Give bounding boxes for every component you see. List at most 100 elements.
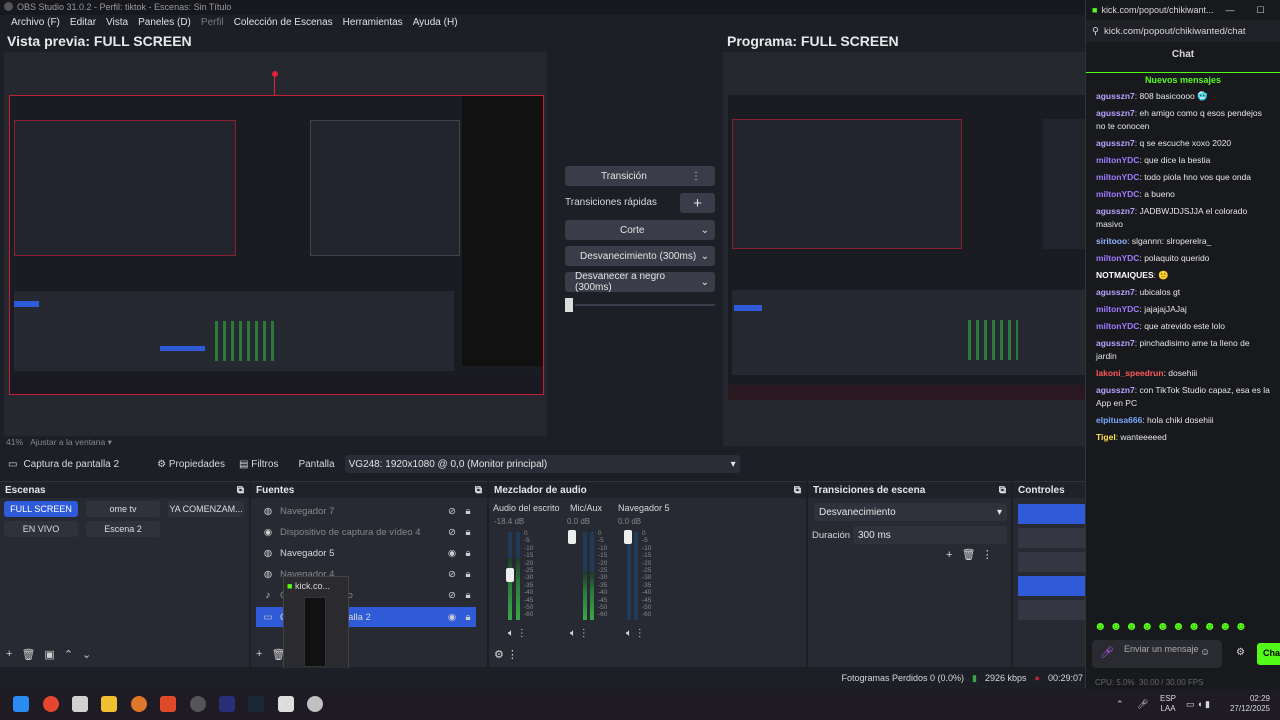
preview-canvas[interactable] [4,52,547,436]
capcut-icon[interactable] [278,696,294,712]
dock-float-icon[interactable]: ⧉ [237,485,244,496]
preview-zoom-bar[interactable]: 41% Ajustar a la ventana ▾ [6,437,112,448]
store-icon[interactable] [72,696,88,712]
steam-icon[interactable] [248,696,264,712]
menu-help[interactable]: Ayuda (H) [408,15,463,32]
lock-icon[interactable]: 🔒︎ [460,506,476,517]
transition-button[interactable]: Transición ⋮ [565,166,715,186]
scene-full-screen[interactable]: FULL SCREEN [4,501,78,517]
volume-fader-3[interactable] [624,530,632,544]
mixer-settings-icon[interactable]: ⚙ ⋮ [494,648,518,661]
add-quick-transition-button[interactable]: + [680,193,715,213]
speaker-icon[interactable]: 🔈︎ ⋮ [626,628,645,639]
chat-url-bar[interactable]: ⚲ kick.com/popout/chikiwanted/chat [1086,20,1280,42]
gear-icon[interactable]: ⚙ [1236,647,1245,658]
start-streaming-button[interactable] [1018,504,1085,524]
taskbar-thumbnail-popup[interactable]: ■ kick.co... [283,576,349,676]
duration-spinbox[interactable]: 300 ms [853,526,1007,544]
eye-hidden-icon[interactable]: ⊘ [444,527,460,538]
dock-float-icon[interactable]: ⧉ [794,485,801,496]
more-icon[interactable]: ⋮ [982,549,993,561]
quick-transition-cut[interactable]: Corte ⌄ [565,220,715,240]
premiere-icon[interactable] [219,696,235,712]
chat-username[interactable]: miltonYDC [1096,304,1139,314]
dock-float-icon[interactable]: ⧉ [999,485,1006,496]
preview-source-capture[interactable] [9,95,544,395]
studio-mode-button[interactable] [1018,576,1085,596]
tray-chevron-icon[interactable]: ⌃ [1116,699,1124,710]
scene-en-vivo[interactable]: EN VIVO [4,521,78,537]
filters-button[interactable]: ▤ Filtros [239,459,278,470]
speaker-icon[interactable]: 🔈︎ ⋮ [508,628,527,639]
speaker-icon[interactable]: 🔈︎ ⋮ [570,628,589,639]
volume-fader-2[interactable] [568,530,576,544]
eye-hidden-icon[interactable]: ⊘ [444,569,460,580]
chat-username[interactable]: siritooo [1096,236,1127,246]
chat-username[interactable]: miltonYDC [1096,172,1139,182]
remove-scene-icon[interactable]: 🗑 [21,648,35,661]
source-navegador-5[interactable]: ◍ Navegador 5 ◉ 🔒︎ [256,543,476,563]
chat-username[interactable]: NOTMAIQUES [1096,270,1154,280]
menu-scene-collection[interactable]: Colección de Escenas [229,15,338,32]
app-icon[interactable] [190,696,206,712]
volume-fader-1[interactable] [506,568,514,582]
microphone-icon[interactable]: 🎤︎ [1100,646,1114,659]
virtual-camera-button[interactable] [1018,552,1085,572]
menu-profile[interactable]: Perfil [196,15,229,32]
site-info-icon[interactable]: ⚲ [1092,26,1099,37]
chat-username[interactable]: agusszn7 [1096,206,1135,216]
chat-username[interactable]: lakoni_speedrun [1096,368,1164,378]
chat-username[interactable]: agusszn7 [1096,138,1135,148]
chat-username[interactable]: miltonYDC [1096,189,1139,199]
add-source-icon[interactable]: + [256,648,262,661]
properties-button[interactable]: ⚙ Propiedades [157,459,225,470]
brave-icon[interactable] [131,696,147,712]
quick-transition-fade[interactable]: Desvanecimiento (300ms) ⌄ [565,246,715,266]
chat-username[interactable]: miltonYDC [1096,155,1139,165]
chat-username[interactable]: agusszn7 [1096,338,1135,348]
tbar-slider-handle[interactable] [565,298,573,312]
tbar-slider-track[interactable] [575,304,715,306]
settings-button[interactable] [1018,600,1085,620]
minimize-icon[interactable]: — [1226,5,1235,15]
language-indicator[interactable]: ESP LAA [1160,694,1176,714]
zoom-fit[interactable]: Ajustar a la ventana [30,437,105,447]
chat-username[interactable]: miltonYDC [1096,253,1139,263]
scene-escena-2[interactable]: Escena 2 [86,521,160,537]
start-recording-button[interactable] [1018,528,1085,548]
menu-tools[interactable]: Herramientas [338,15,408,32]
eye-icon[interactable]: ◉ [444,548,460,559]
source-capture-device-4[interactable]: ◉ Dispositivo de captura de vídeo 4 ⊘ 🔒︎ [256,522,476,542]
lock-icon[interactable]: 🔒︎ [460,590,476,601]
scene-ome-tv[interactable]: ome tv [86,501,160,517]
network-icon[interactable]: ▭ ◖ ▮ [1186,699,1210,710]
lock-icon[interactable]: 🔒︎ [460,612,476,623]
chat-username[interactable]: Tigel [1096,432,1116,442]
eye-icon[interactable]: ◉ [444,612,460,623]
move-down-icon[interactable]: ⌄ [82,648,91,661]
emote-bar[interactable]: ☻☻☻☻☻☻☻☻☻☻ [1094,619,1279,633]
scene-ya-comenzamos[interactable]: YA COMENZAM... [168,501,244,517]
menu-edit[interactable]: Editar [65,15,101,32]
menu-view[interactable]: Vista [101,15,133,32]
chat-username[interactable]: agusszn7 [1096,91,1135,101]
file-explorer-icon[interactable] [101,696,117,712]
screen-select[interactable]: VG248: 1920x1080 @ 0,0 (Monitor principa… [344,455,740,473]
lock-icon[interactable]: 🔒︎ [460,548,476,559]
menu-docks[interactable]: Paneles (D) [133,15,196,32]
chat-username[interactable]: miltonYDC [1096,321,1139,331]
eye-hidden-icon[interactable]: ⊘ [444,506,460,517]
chat-username[interactable]: agusszn7 [1096,108,1135,118]
windows-start-icon[interactable] [13,696,29,712]
chat-username[interactable]: agusszn7 [1096,287,1135,297]
shield-icon[interactable] [160,696,176,712]
send-chat-button[interactable]: Chat [1257,643,1280,665]
add-transition-icon[interactable]: + [946,549,952,561]
eye-hidden-icon[interactable]: ⊘ [444,590,460,601]
chat-username[interactable]: agusszn7 [1096,385,1135,395]
menu-file[interactable]: Archivo (F) [6,15,65,32]
source-navegador-7[interactable]: ◍ Navegador 7 ⊘ 🔒︎ [256,501,476,521]
microphone-icon[interactable]: 🎤︎ [1137,699,1148,710]
quick-transition-fade-black[interactable]: Desvanecer a negro (300ms) ⌄ [565,271,715,293]
obs-taskbar-icon[interactable] [307,696,323,712]
